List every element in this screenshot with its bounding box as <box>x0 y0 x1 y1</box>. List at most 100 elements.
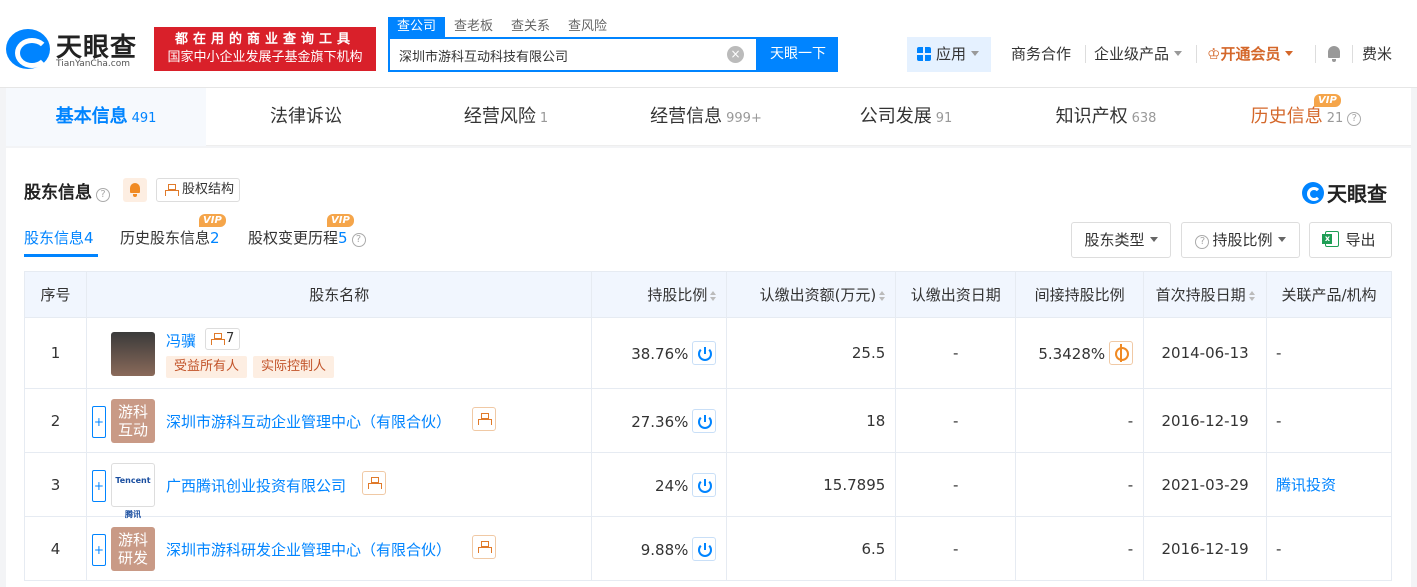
col-date: 认缴出资日期 <box>895 271 1017 318</box>
expand-icon[interactable]: + <box>91 533 106 566</box>
subtab-count: 5 <box>338 229 348 247</box>
pie-chart-icon[interactable] <box>692 472 717 497</box>
nav-divider <box>1352 45 1353 63</box>
sort-icon <box>710 291 717 301</box>
nav-enterprise[interactable]: 企业级产品 <box>1094 44 1183 64</box>
hierarchy-icon <box>165 184 179 196</box>
row-index: 3 <box>24 452 87 517</box>
col-capital[interactable]: 认缴出资额(万元) <box>726 271 897 318</box>
export-button[interactable]: 导出 <box>1309 222 1392 258</box>
tag-controller[interactable]: 实际控制人 <box>252 355 334 378</box>
ratio-filter[interactable]: ? 持股比例 <box>1181 222 1300 258</box>
equity-structure-button[interactable]: 股权结构 <box>156 178 240 202</box>
equity-hierarchy-icon[interactable] <box>471 534 496 559</box>
related-link[interactable]: 腾讯投资 <box>1276 476 1336 494</box>
nav-divider <box>1085 45 1086 63</box>
avatar[interactable] <box>110 331 155 376</box>
relation-count-button[interactable]: 7 <box>204 327 241 350</box>
row-capital: 15.7895 <box>726 452 897 517</box>
top-header: 天眼查 TianYanCha.com 都在用的商业查询工具 国家中小企业发展子基… <box>0 0 1417 88</box>
search-tab-risk[interactable]: 查风险 <box>559 17 616 37</box>
shareholder-name-link[interactable]: 广西腾讯创业投资有限公司 <box>166 475 346 496</box>
bell-icon[interactable] <box>1327 46 1341 62</box>
shareholder-name-link[interactable]: 深圳市游科互动企业管理中心（有限合伙） <box>166 411 451 432</box>
slogan-line2: 国家中小企业发展子基金旗下机构 <box>167 50 363 65</box>
tag-beneficiary[interactable]: 受益所有人 <box>165 355 247 378</box>
search-input[interactable]: 深圳市游科互动科技有限公司 × <box>388 37 758 72</box>
shareholder-name-link[interactable]: 深圳市游科研发企业管理中心（有限合伙） <box>166 539 451 560</box>
table-row: 3 + Tencent 腾讯 广西腾讯创业投资有限公司 24% 15.7895 … <box>24 452 1392 519</box>
pie-chart-icon[interactable] <box>692 408 717 433</box>
tianyancha-logo[interactable]: 天眼查 TianYanCha.com <box>6 27 146 71</box>
subtab-label: 历史股东信息 <box>120 229 211 247</box>
avatar[interactable]: 游科研发 <box>110 526 155 571</box>
tab-development[interactable]: 公司发展 91 <box>806 88 1006 146</box>
search-tab-company[interactable]: 查公司 <box>388 17 446 37</box>
relation-icon <box>210 332 225 345</box>
clear-icon[interactable]: × <box>727 46 744 63</box>
chevron-down-icon <box>1149 237 1158 242</box>
search-tab-relation[interactable]: 查关系 <box>502 17 559 37</box>
tencent-logo[interactable]: Tencent 腾讯 <box>110 462 155 519</box>
equity-hierarchy-icon[interactable] <box>471 406 496 431</box>
tab-history[interactable]: 历史信息 21? <box>1206 88 1406 146</box>
subtab-shareholders[interactable]: 股东信息4 <box>24 227 94 248</box>
help-icon: ? <box>1195 235 1210 249</box>
crown-icon: ♔ <box>1207 45 1221 63</box>
ratio-value: 38.76% <box>631 345 689 363</box>
search-button[interactable]: 天眼一下 <box>758 37 838 72</box>
slogan-line1: 都在用的商业查询工具 <box>174 32 355 47</box>
shareholder-name-link[interactable]: 冯骥 <box>166 330 196 351</box>
search-tab-boss[interactable]: 查老板 <box>445 17 502 37</box>
section-title-text: 股东信息 <box>24 183 92 203</box>
ratio-value: 24% <box>655 476 689 495</box>
tianyancha-watermark: 天眼查 <box>1302 178 1387 207</box>
tab-legal[interactable]: 法律诉讼 <box>206 88 406 146</box>
tab-ip[interactable]: 知识产权 638 <box>1006 88 1206 146</box>
ratio-value: 27.36% <box>631 412 689 431</box>
row-index: 4 <box>24 516 87 581</box>
tab-count: 999+ <box>726 111 762 126</box>
col-ratio[interactable]: 持股比例 <box>591 271 728 318</box>
help-icon[interactable]: ? <box>351 233 366 247</box>
vip-badge: VIP <box>199 214 226 227</box>
row-index: 2 <box>24 388 87 453</box>
avatar[interactable]: 游科互动 <box>110 398 155 443</box>
help-icon[interactable]: ? <box>1347 112 1362 126</box>
user-name[interactable]: 费米 <box>1362 44 1392 64</box>
slogan-banner[interactable]: 都在用的商业查询工具 国家中小企业发展子基金旗下机构 <box>154 27 376 71</box>
tab-operation[interactable]: 经营信息 999+ <box>606 88 806 146</box>
tab-risk[interactable]: 经营风险 1 <box>406 88 606 146</box>
monitor-bell-icon[interactable] <box>123 178 147 202</box>
tab-label: 知识产权 <box>1055 106 1128 127</box>
row-name-cell: + 游科研发 深圳市游科研发企业管理中心（有限合伙） <box>85 516 593 581</box>
tab-count: 91 <box>935 111 953 126</box>
equity-hierarchy-icon[interactable] <box>361 470 386 495</box>
grid-icon <box>917 47 931 61</box>
subtab-history-shareholders[interactable]: 历史股东信息2 <box>120 227 220 248</box>
tab-basic-info[interactable]: 基本信息 491 <box>6 88 206 146</box>
subtab-equity-changes[interactable]: 股权变更历程5? <box>248 227 366 248</box>
filter-label: 股东类型 <box>1084 231 1145 249</box>
nav-business[interactable]: 商务合作 <box>1011 44 1071 64</box>
pie-chart-icon[interactable] <box>692 536 717 561</box>
shareholder-type-filter[interactable]: 股东类型 <box>1071 222 1171 258</box>
help-icon[interactable]: ? <box>96 188 110 202</box>
row-date: - <box>895 317 1017 389</box>
logo-mark-icon <box>1302 182 1324 204</box>
vip-badge: VIP <box>1314 94 1341 107</box>
apps-button[interactable]: 应用 <box>907 37 991 72</box>
row-indirect: 5.3428% <box>1015 317 1145 389</box>
pie-chart-icon[interactable] <box>692 341 717 365</box>
col-ratio-label: 持股比例 <box>647 286 708 304</box>
tab-count: 491 <box>131 111 157 126</box>
penetration-icon[interactable] <box>1109 341 1134 365</box>
relation-count: 7 <box>225 330 235 346</box>
expand-icon[interactable]: + <box>91 405 106 438</box>
nav-vip[interactable]: ♔开通会员 <box>1207 44 1294 64</box>
chevron-down-icon <box>1285 51 1294 56</box>
sort-icon <box>1248 291 1255 301</box>
col-first-date[interactable]: 首次持股日期 <box>1143 271 1268 318</box>
expand-icon[interactable]: + <box>91 469 106 502</box>
table-header-row: 序号 股东名称 持股比例 认缴出资额(万元) 认缴出资日期 间接持股比例 首次持… <box>24 271 1392 318</box>
